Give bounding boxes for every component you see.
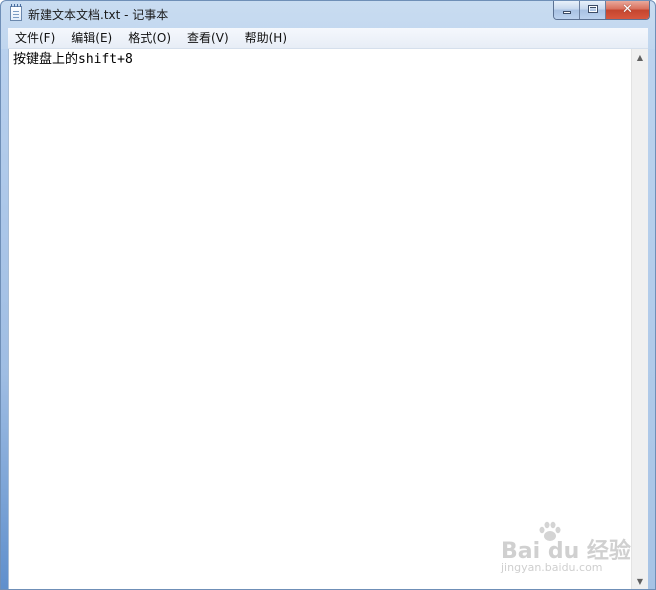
watermark-url: jingyan.baidu.com xyxy=(501,561,603,574)
client-area: 按键盘上的shift+8 ▲ ▼ xyxy=(8,49,648,589)
window-right-border xyxy=(648,49,655,589)
window-left-border xyxy=(1,49,8,589)
menu-bar: 文件(F) 编辑(E) 格式(O) 查看(V) 帮助(H) xyxy=(8,28,648,49)
menu-file[interactable]: 文件(F) xyxy=(8,28,63,48)
minimize-button[interactable] xyxy=(554,1,580,19)
notepad-window: 新建文本文档.txt - 记事本 ✕ 文件(F) 编辑(E) 格式(O) 查看(… xyxy=(0,0,656,590)
close-icon: ✕ xyxy=(622,2,633,17)
scroll-down-arrow-icon[interactable]: ▼ xyxy=(632,573,648,589)
watermark: Bai du 经验 jingyan.baidu.com xyxy=(501,521,631,581)
caption-buttons: ✕ xyxy=(553,1,650,20)
menu-help[interactable]: 帮助(H) xyxy=(237,28,295,48)
menu-view[interactable]: 查看(V) xyxy=(179,28,237,48)
title-bar[interactable]: 新建文本文档.txt - 记事本 ✕ xyxy=(1,1,655,27)
vertical-scrollbar[interactable]: ▲ ▼ xyxy=(631,49,648,589)
menu-format[interactable]: 格式(O) xyxy=(120,28,179,48)
minimize-icon xyxy=(563,11,571,14)
close-button[interactable]: ✕ xyxy=(606,1,649,19)
scroll-up-arrow-icon[interactable]: ▲ xyxy=(632,49,648,66)
maximize-icon xyxy=(588,5,598,13)
menu-edit[interactable]: 编辑(E) xyxy=(63,28,120,48)
text-editor[interactable]: 按键盘上的shift+8 xyxy=(9,49,638,589)
maximize-button[interactable] xyxy=(580,1,606,19)
notepad-icon[interactable] xyxy=(10,4,22,21)
window-title: 新建文本文档.txt - 记事本 xyxy=(28,8,169,22)
editor-content[interactable]: 按键盘上的shift+8 xyxy=(13,51,634,68)
